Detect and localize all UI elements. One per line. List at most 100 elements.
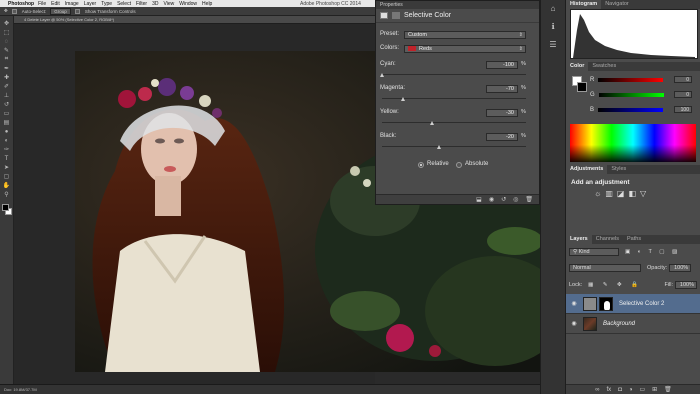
cyan-slider-thumb[interactable] xyxy=(379,73,384,77)
blue-channel-slider[interactable] xyxy=(598,108,664,112)
filter-icons[interactable]: ▣ ◐ T ▢ ▨ xyxy=(625,249,680,255)
eyedropper-tool-icon[interactable]: ✒ xyxy=(3,65,11,72)
magenta-slider-thumb[interactable] xyxy=(401,97,406,101)
green-channel-value[interactable]: 0 xyxy=(674,91,692,98)
add-mask-icon[interactable]: ◘ xyxy=(618,387,622,393)
curves-icon[interactable]: ◪ xyxy=(617,189,625,198)
absolute-radio[interactable] xyxy=(456,162,462,168)
black-slider-track[interactable] xyxy=(382,146,526,147)
tab-color[interactable]: Color xyxy=(566,62,589,71)
layer-selective-color[interactable]: ◉ Selective Color 2 xyxy=(566,294,700,314)
magenta-value-field[interactable]: -70 xyxy=(486,85,518,93)
move-tool-icon[interactable]: ✥ xyxy=(4,8,8,14)
lasso-tool-icon[interactable]: ◌ xyxy=(3,38,11,45)
tab-swatches[interactable]: Swatches xyxy=(588,62,620,71)
yellow-value-field[interactable]: -30 xyxy=(486,109,518,117)
exposure-icon[interactable]: ◧ xyxy=(628,189,636,198)
dodge-tool-icon[interactable]: ◐ xyxy=(3,137,11,144)
visibility-eye-icon[interactable]: ◎ xyxy=(513,196,518,203)
visibility-eye-icon[interactable]: ◉ xyxy=(569,300,579,307)
vibrance-icon[interactable]: ▽ xyxy=(640,189,646,198)
menu-image[interactable]: Image xyxy=(65,1,79,7)
reset-icon[interactable]: ↺ xyxy=(501,196,506,203)
trash-icon[interactable]: 🗑 xyxy=(664,386,672,393)
background-color-chip[interactable] xyxy=(577,82,587,92)
path-select-tool-icon[interactable]: ➤ xyxy=(3,164,11,171)
tab-styles[interactable]: Styles xyxy=(607,165,630,174)
black-value-field[interactable]: -20 xyxy=(486,133,518,141)
gradient-tool-icon[interactable]: ▤ xyxy=(3,119,11,126)
preset-dropdown[interactable]: Custom ⇕ xyxy=(404,31,526,39)
tab-histogram[interactable]: Histogram xyxy=(566,0,602,9)
layer-mask-icon[interactable] xyxy=(392,12,400,19)
trash-icon[interactable]: 🗑 xyxy=(525,196,533,203)
brush-tool-icon[interactable]: ✐ xyxy=(3,83,11,90)
healing-tool-icon[interactable]: ✚ xyxy=(3,74,11,81)
menu-filter[interactable]: Filter xyxy=(136,1,147,7)
brightness-icon[interactable]: ☼ xyxy=(594,189,601,198)
eraser-tool-icon[interactable]: ▭ xyxy=(3,110,11,117)
layer-background[interactable]: ◉ Background xyxy=(566,314,700,334)
menu-edit[interactable]: Edit xyxy=(51,1,60,7)
cyan-value-field[interactable]: -100 xyxy=(486,61,518,69)
new-group-icon[interactable]: ▭ xyxy=(639,386,645,393)
pen-tool-icon[interactable]: ✑ xyxy=(3,146,11,153)
tab-layers[interactable]: Layers xyxy=(566,235,592,244)
red-channel-slider[interactable] xyxy=(598,78,664,82)
move-tool-icon[interactable]: ✥ xyxy=(3,20,11,27)
zoom-tool-icon[interactable]: ⚲ xyxy=(3,191,11,198)
relative-radio[interactable] xyxy=(418,162,424,168)
history-brush-tool-icon[interactable]: ↺ xyxy=(3,101,11,108)
menu-window[interactable]: Window xyxy=(179,1,197,7)
fill-field[interactable]: 100% xyxy=(675,281,697,289)
opacity-field[interactable]: 100% xyxy=(669,264,692,272)
stamp-tool-icon[interactable]: ⊥ xyxy=(3,92,11,99)
lock-icons[interactable]: ▦ ✎ ✥ 🔒 xyxy=(588,282,642,288)
menu-type[interactable]: Type xyxy=(101,1,112,7)
menu-file[interactable]: File xyxy=(38,1,46,7)
menu-help[interactable]: Help xyxy=(202,1,212,7)
red-channel-value[interactable]: 0 xyxy=(674,76,692,83)
crop-tool-icon[interactable]: ⌗ xyxy=(3,56,11,63)
clip-to-layer-icon[interactable]: ⬓ xyxy=(476,196,482,203)
hand-tool-icon[interactable]: ✋ xyxy=(3,182,11,189)
auto-select-checkbox[interactable] xyxy=(11,8,17,14)
color-spectrum[interactable] xyxy=(570,124,696,162)
shape-tool-icon[interactable]: ▢ xyxy=(3,173,11,180)
sliders-icon[interactable]: ☰ xyxy=(547,40,559,50)
black-slider-thumb[interactable] xyxy=(437,145,442,149)
transform-controls-checkbox[interactable] xyxy=(74,8,80,14)
tab-paths[interactable]: Paths xyxy=(623,235,645,244)
view-previous-icon[interactable]: ◉ xyxy=(489,196,494,203)
yellow-slider-track[interactable] xyxy=(382,122,526,123)
document-tab[interactable]: 4 Delete Layer @ 50% (Selective Color 2,… xyxy=(14,16,375,24)
app-menu[interactable]: Photoshop xyxy=(8,1,34,7)
color-swatches[interactable] xyxy=(1,204,12,216)
menu-select[interactable]: Select xyxy=(117,1,131,7)
foreground-color-swatch[interactable] xyxy=(1,204,9,211)
type-tool-icon[interactable]: T xyxy=(3,155,11,162)
tab-channels[interactable]: Channels xyxy=(592,235,623,244)
blend-mode-dropdown[interactable]: Normal xyxy=(569,264,641,272)
new-layer-icon[interactable]: ⊞ xyxy=(652,386,657,393)
tab-navigator[interactable]: Navigator xyxy=(601,0,633,9)
auto-select-dropdown[interactable]: Group xyxy=(50,7,71,15)
layer-mask-thumbnail[interactable] xyxy=(599,296,613,311)
fx-icon[interactable]: fx xyxy=(607,387,612,393)
history-icon[interactable]: ⌂ xyxy=(547,4,559,14)
kind-filter-dropdown[interactable]: ⚲ Kind xyxy=(569,248,619,256)
yellow-slider-thumb[interactable] xyxy=(429,121,434,125)
menu-layer[interactable]: Layer xyxy=(84,1,97,7)
menu-3d[interactable]: 3D xyxy=(152,1,158,7)
blue-channel-value[interactable]: 100 xyxy=(674,106,692,113)
info-icon[interactable]: ℹ xyxy=(547,22,559,32)
tab-adjustments[interactable]: Adjustments xyxy=(566,165,608,174)
visibility-eye-icon[interactable]: ◉ xyxy=(569,320,579,327)
quick-select-tool-icon[interactable]: ✎ xyxy=(3,47,11,54)
colors-dropdown[interactable]: Reds ⇕ xyxy=(404,45,526,53)
new-adjustment-icon[interactable]: ◑ xyxy=(629,387,633,393)
cyan-slider-track[interactable] xyxy=(382,74,526,75)
blur-tool-icon[interactable]: ● xyxy=(3,128,11,135)
link-icon[interactable]: ∞ xyxy=(595,387,599,393)
marquee-tool-icon[interactable]: ⬚ xyxy=(3,29,11,36)
